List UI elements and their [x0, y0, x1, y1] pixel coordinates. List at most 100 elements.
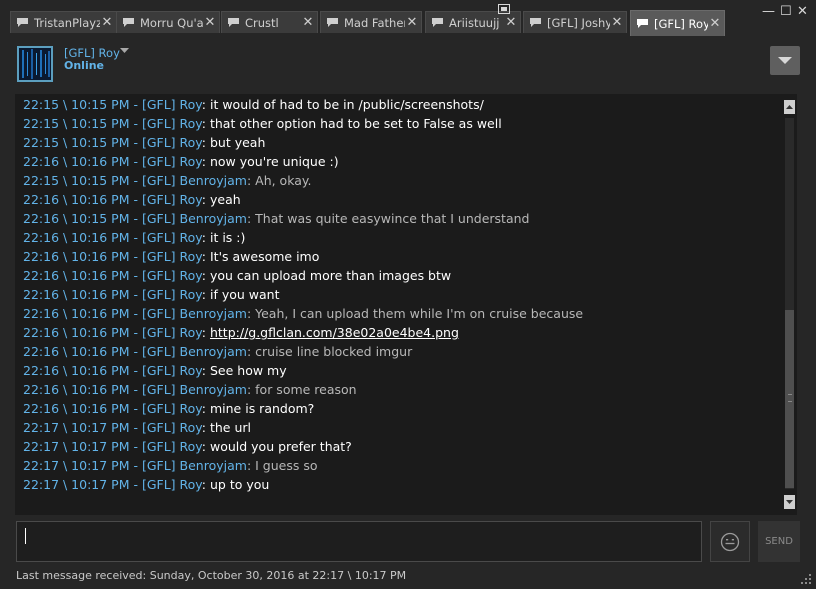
message-link[interactable]: http://g.gflclan.com/38e02a0e4be4.png	[210, 325, 459, 340]
message-author[interactable]: [GFL] Benroyjam	[142, 382, 247, 397]
tab-crustl[interactable]: Crustl ✕	[221, 11, 318, 33]
chat-message: 22:16 \ 10:16 PM - [GFL] Benroyjam: crui…	[23, 342, 412, 361]
message-text: That was quite easywince that I understa…	[255, 211, 530, 226]
close-icon[interactable]: ✕	[708, 16, 722, 31]
chat-bubble-icon	[228, 18, 239, 27]
message-author[interactable]: [GFL] Roy	[142, 477, 202, 492]
chat-bubble-icon	[327, 18, 338, 27]
chat-bubble-icon	[17, 18, 28, 27]
chat-message: 22:16 \ 10:16 PM - [GFL] Roy: http://g.g…	[23, 323, 459, 342]
chat-message: 22:16 \ 10:16 PM - [GFL] Benroyjam: Yeah…	[23, 304, 583, 323]
message-author[interactable]: [GFL] Roy	[142, 401, 202, 416]
message-author[interactable]: [GFL] Benroyjam	[142, 306, 247, 321]
message-author[interactable]: [GFL] Roy	[142, 97, 202, 112]
avatar[interactable]	[17, 46, 53, 82]
message-author[interactable]: [GFL] Roy	[142, 287, 202, 302]
message-author[interactable]: [GFL] Roy	[142, 230, 202, 245]
tab-mad-father[interactable]: Mad Father ✕	[320, 11, 422, 33]
chat-message: 22:15 \ 10:15 PM - [GFL] Roy: but yeah	[23, 133, 265, 152]
chat-log[interactable]: 22:15 \ 10:15 PM - [GFL] Roy: it would o…	[15, 94, 782, 515]
message-author[interactable]: [GFL] Roy	[142, 363, 202, 378]
message-author[interactable]: [GFL] Benroyjam	[142, 344, 247, 359]
close-icon[interactable]: ✕	[100, 15, 114, 30]
menu-dropdown-button[interactable]	[770, 46, 800, 75]
close-icon[interactable]: ✕	[610, 15, 624, 30]
message-author[interactable]: [GFL] Benroyjam	[142, 211, 247, 226]
chat-message: 22:16 \ 10:16 PM - [GFL] Roy: It's aweso…	[23, 247, 319, 266]
scroll-down-button[interactable]	[784, 495, 795, 509]
message-author[interactable]: [GFL] Roy	[142, 268, 202, 283]
message-timestamp: 22:16 \ 10:16 PM -	[23, 344, 142, 359]
message-separator: :	[201, 192, 210, 207]
resize-grip-icon[interactable]	[800, 573, 812, 585]
tab-label: Crustl	[245, 15, 279, 30]
message-author[interactable]: [GFL] Benroyjam	[142, 458, 247, 473]
message-separator: :	[201, 116, 210, 131]
emoji-button[interactable]	[710, 521, 750, 562]
message-text: that other option had to be set to False…	[209, 116, 502, 131]
tab-label: Mad Father	[344, 15, 405, 30]
message-author[interactable]: [GFL] Roy	[142, 325, 202, 340]
chat-bubble-icon	[432, 18, 443, 27]
chat-message: 22:17 \ 10:17 PM - [GFL] Roy: the url	[23, 418, 251, 437]
message-timestamp: 22:16 \ 10:16 PM -	[23, 268, 142, 283]
message-timestamp: 22:16 \ 10:16 PM -	[23, 249, 142, 264]
message-timestamp: 22:15 \ 10:15 PM -	[23, 135, 142, 150]
message-separator: :	[201, 363, 210, 378]
friend-status: Online	[64, 59, 105, 72]
message-author[interactable]: [GFL] Roy	[142, 420, 202, 435]
scroll-thumb[interactable]	[785, 310, 794, 488]
message-separator: :	[246, 306, 256, 321]
message-author[interactable]: [GFL] Roy	[142, 135, 202, 150]
last-message-status: Last message received: Sunday, October 3…	[16, 569, 407, 582]
message-author[interactable]: [GFL] Roy	[142, 439, 202, 454]
tab-gfl-joshy[interactable]: [GFL] Joshy ✕	[523, 11, 627, 33]
close-icon[interactable]: ✕	[504, 15, 518, 30]
message-separator: :	[201, 439, 210, 454]
message-timestamp: 22:16 \ 10:16 PM -	[23, 325, 142, 340]
message-separator: :	[201, 477, 210, 492]
message-author[interactable]: [GFL] Roy	[142, 154, 202, 169]
message-timestamp: 22:17 \ 10:17 PM -	[23, 477, 142, 492]
message-text: you can upload more than images btw	[209, 268, 452, 283]
message-timestamp: 22:17 \ 10:17 PM -	[23, 420, 142, 435]
tab-bar: TristanPlayz ✕ Morru Qu'a... ✕ Crustl ✕ …	[0, 0, 816, 36]
message-separator: :	[246, 458, 256, 473]
arrow-up-icon	[786, 105, 793, 109]
message-separator: :	[201, 325, 210, 340]
message-input[interactable]	[16, 521, 702, 562]
scroll-up-button[interactable]	[784, 100, 795, 114]
chat-bubble-icon	[530, 18, 541, 27]
tab-ariistuujj[interactable]: Ariistuujj ✕	[425, 11, 521, 33]
message-separator: :	[201, 154, 210, 169]
window-close-icon[interactable]: ✕	[797, 4, 808, 19]
tab-overflow-icon[interactable]	[498, 4, 510, 14]
text-caret	[25, 528, 26, 544]
message-separator: :	[246, 344, 256, 359]
close-icon[interactable]: ✕	[405, 15, 419, 30]
close-icon[interactable]: ✕	[203, 15, 217, 30]
tab-label: Ariistuujj	[449, 15, 500, 30]
minimize-icon[interactable]: —	[762, 4, 775, 19]
chevron-down-icon[interactable]	[120, 48, 129, 54]
message-author[interactable]: [GFL] Benroyjam	[142, 173, 247, 188]
message-timestamp: 22:15 \ 10:15 PM -	[23, 173, 142, 188]
chat-message: 22:17 \ 10:17 PM - [GFL] Benroyjam: I gu…	[23, 456, 318, 475]
chat-message: 22:16 \ 10:16 PM - [GFL] Roy: you can up…	[23, 266, 451, 285]
message-author[interactable]: [GFL] Roy	[142, 116, 202, 131]
chat-scrollbar[interactable]	[782, 94, 797, 515]
send-button[interactable]: SEND	[758, 521, 800, 562]
tab-tristanplayz[interactable]: TristanPlayz ✕	[10, 11, 117, 33]
message-author[interactable]: [GFL] Roy	[142, 249, 202, 264]
message-text: the url	[209, 420, 252, 435]
close-icon[interactable]: ✕	[301, 15, 315, 30]
friend-name[interactable]: [GFL] Roy	[64, 46, 120, 60]
message-timestamp: 22:17 \ 10:17 PM -	[23, 439, 142, 454]
chat-message: 22:16 \ 10:16 PM - [GFL] Roy: if you wan…	[23, 285, 279, 304]
maximize-icon[interactable]: ☐	[780, 4, 792, 19]
message-text: yeah	[209, 192, 241, 207]
message-author[interactable]: [GFL] Roy	[142, 192, 202, 207]
tab-gfl-roy[interactable]: [GFL] Roy ✕	[630, 10, 725, 36]
tab-label: TristanPlayz	[34, 15, 100, 30]
tab-morru[interactable]: Morru Qu'a... ✕	[116, 11, 220, 33]
